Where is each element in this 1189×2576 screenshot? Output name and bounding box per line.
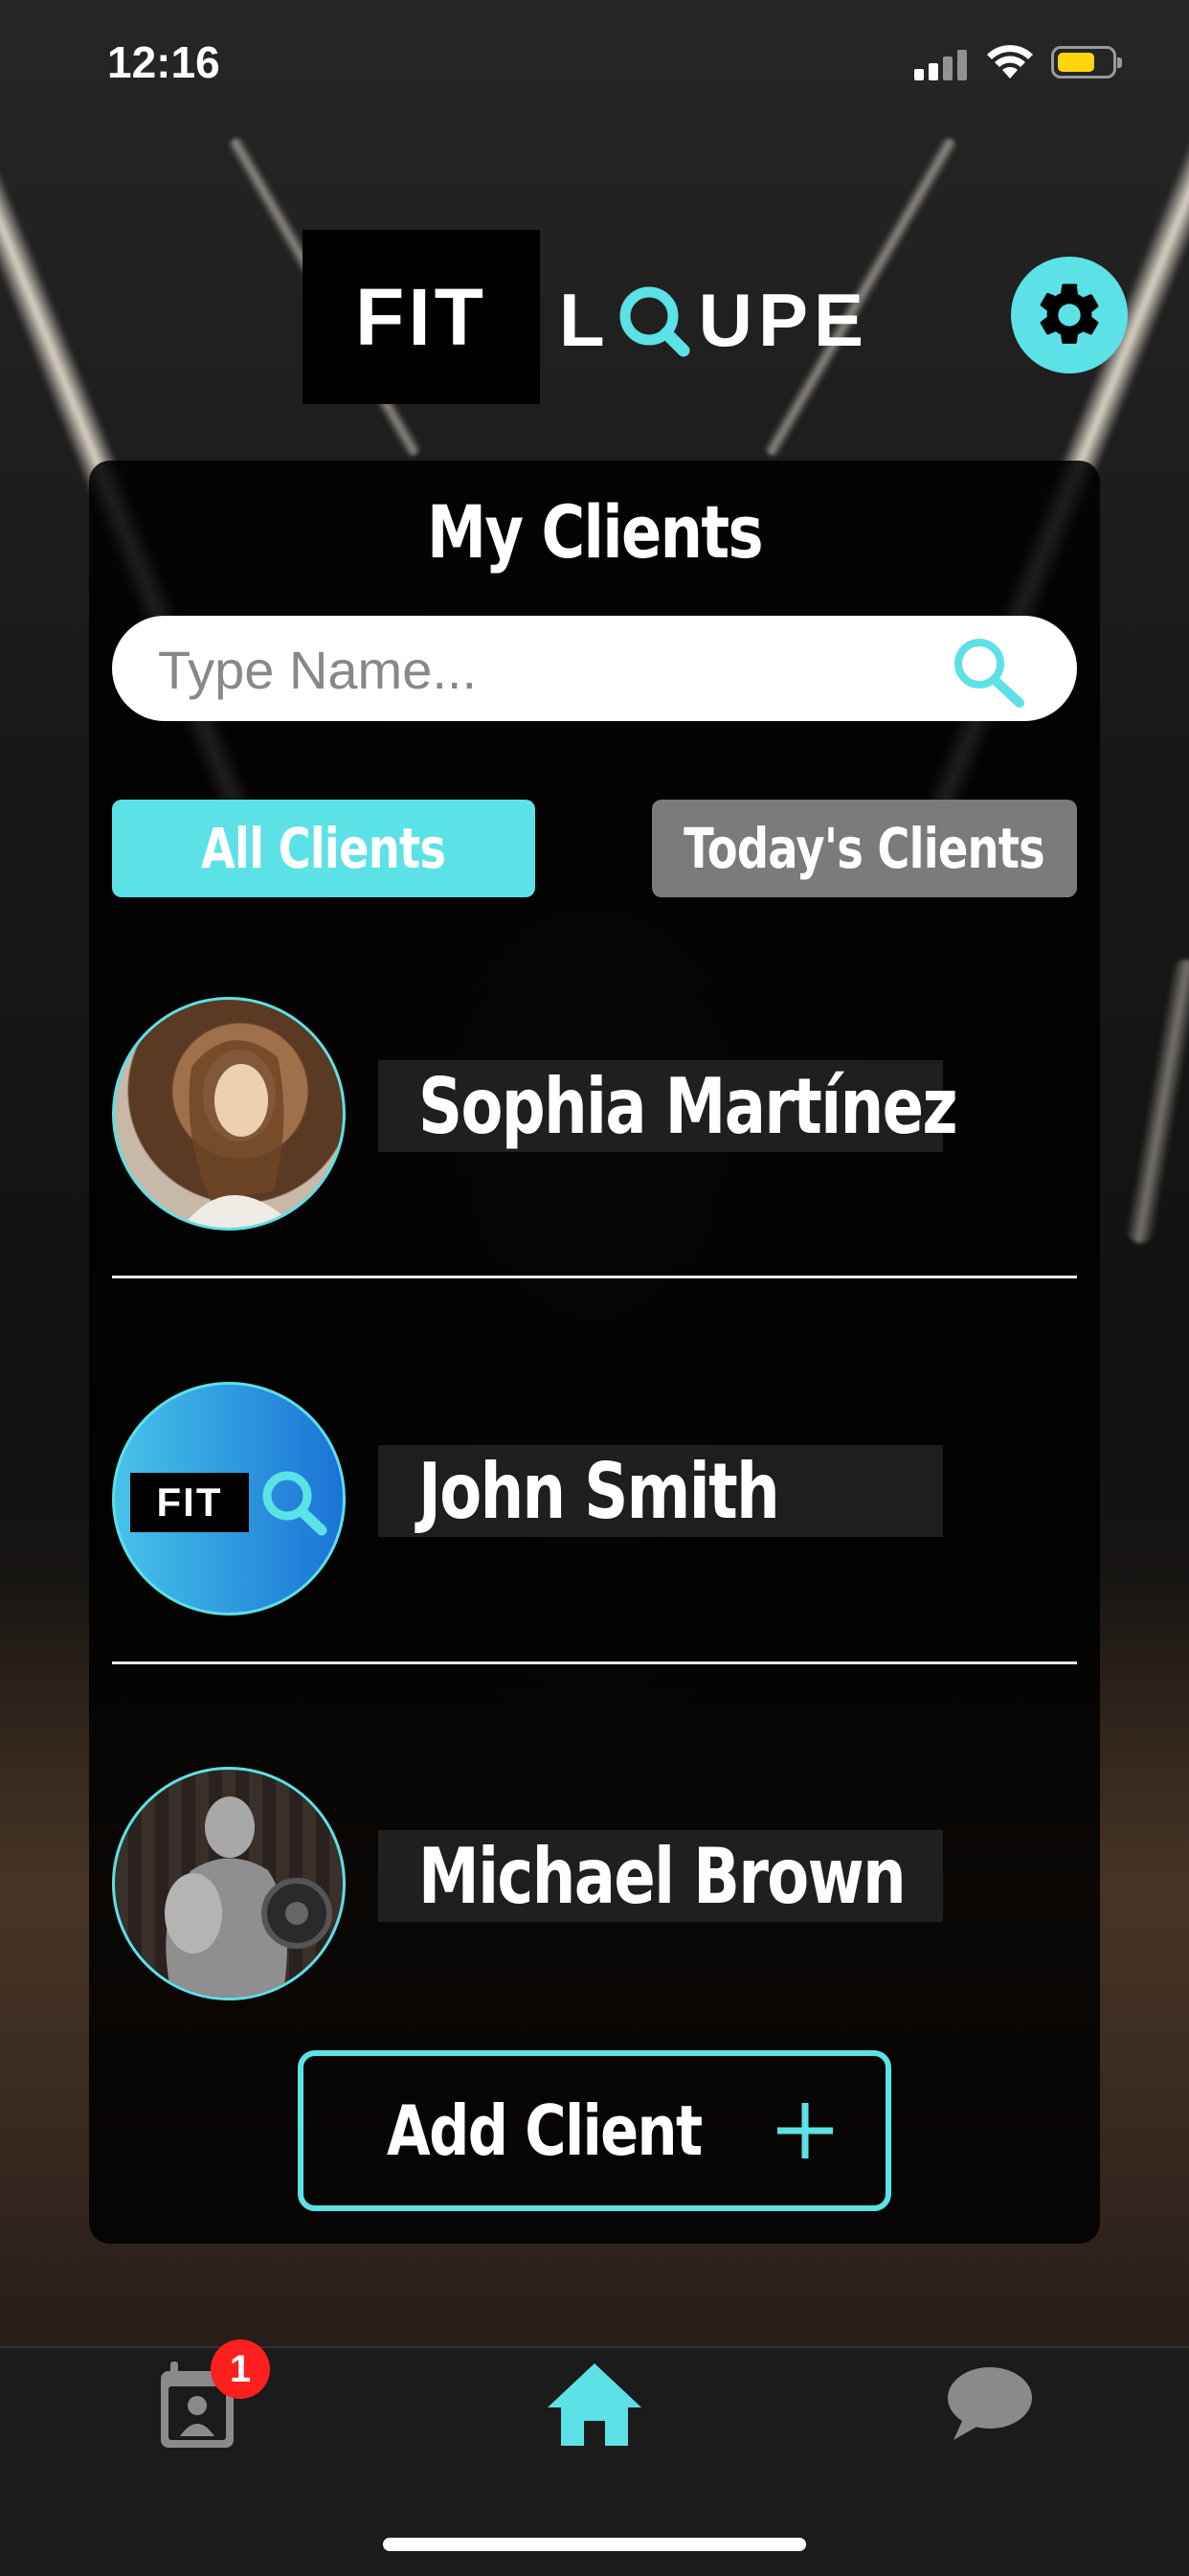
status-time: 12:16 bbox=[107, 37, 220, 87]
search-input[interactable] bbox=[156, 616, 945, 723]
avatar: FIT bbox=[112, 1382, 346, 1616]
logo-letters-upe: UPE bbox=[698, 277, 870, 362]
tab-all-clients[interactable]: All Clients bbox=[112, 800, 535, 897]
tab-bar-home[interactable] bbox=[546, 2361, 643, 2452]
default-avatar-text: FIT bbox=[130, 1473, 249, 1532]
divider bbox=[112, 1661, 1077, 1664]
clients-panel: My Clients All Clients Today's Clients S… bbox=[89, 461, 1100, 2244]
client-name-box: Michael Brown bbox=[378, 1830, 943, 1922]
tab-bar-messages[interactable] bbox=[946, 2365, 1034, 2447]
client-name: Sophia Martínez bbox=[418, 1061, 958, 1151]
battery-icon bbox=[1051, 46, 1122, 79]
plus-icon bbox=[777, 2103, 834, 2158]
divider bbox=[112, 1276, 1077, 1278]
portrait-photo bbox=[165, 1796, 332, 1998]
ceiling-light bbox=[1124, 957, 1189, 1246]
fitloupe-logo: FIT L UPE bbox=[303, 230, 877, 404]
add-client-button[interactable]: Add Client bbox=[298, 2050, 891, 2211]
avatar bbox=[112, 1767, 346, 2000]
logo-fit-text: FIT bbox=[303, 230, 540, 404]
notification-badge: 1 bbox=[211, 2339, 270, 2399]
client-name: Michael Brown bbox=[418, 1831, 907, 1921]
client-name-box: John Smith bbox=[378, 1445, 943, 1537]
gear-icon bbox=[1040, 283, 1099, 344]
search-bar[interactable] bbox=[112, 616, 1077, 723]
wifi-icon bbox=[987, 45, 1033, 79]
chat-bubble-icon bbox=[948, 2367, 1032, 2440]
tab-todays-clients[interactable]: Today's Clients bbox=[652, 800, 1077, 897]
portrait-photo bbox=[182, 1040, 297, 1228]
magnifier-icon bbox=[262, 1471, 327, 1536]
logo-letter-l: L bbox=[559, 277, 611, 362]
magnifier-icon bbox=[611, 282, 699, 358]
settings-button[interactable] bbox=[1011, 257, 1128, 373]
page-title: My Clients bbox=[427, 489, 764, 575]
avatar bbox=[112, 997, 346, 1231]
client-row[interactable]: Michael Brown bbox=[112, 1767, 1077, 2008]
client-row[interactable]: Sophia Martínez bbox=[112, 997, 1077, 1238]
home-icon bbox=[548, 2363, 641, 2446]
client-name: John Smith bbox=[418, 1446, 780, 1536]
status-bar: 12:16 bbox=[0, 0, 1189, 124]
tab-todays-clients-label: Today's Clients bbox=[684, 816, 1046, 881]
home-indicator bbox=[383, 2538, 806, 2551]
cellular-signal-icon bbox=[914, 50, 970, 80]
add-client-label: Add Client bbox=[386, 2090, 703, 2171]
client-row[interactable]: FIT John Smith bbox=[112, 1382, 1077, 1623]
logo-loupe-text: L UPE bbox=[559, 272, 869, 368]
client-name-box: Sophia Martínez bbox=[378, 1060, 958, 1152]
search-icon[interactable] bbox=[949, 635, 1027, 710]
tab-all-clients-label: All Clients bbox=[201, 816, 446, 881]
